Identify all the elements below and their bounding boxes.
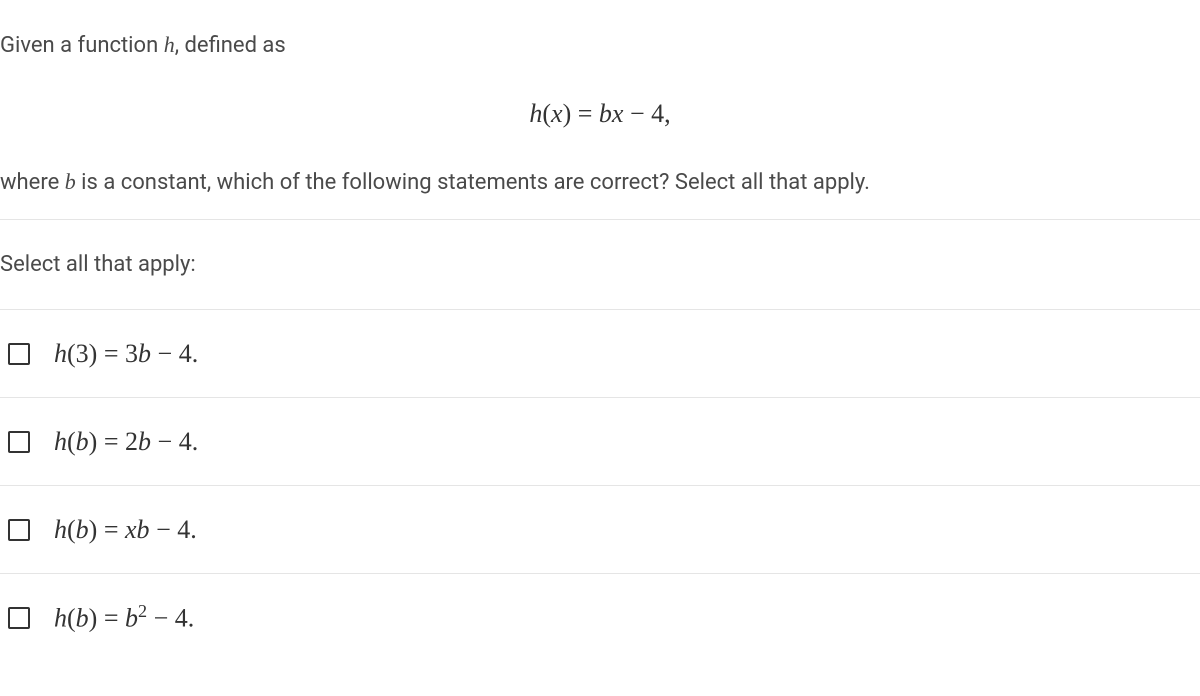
- intro-var-h: h: [164, 32, 175, 57]
- option-row[interactable]: h(b) = b2 − 4.: [0, 574, 1200, 662]
- question-section: Given a function h, defined as h(x) = bx…: [0, 0, 1200, 220]
- equation-display: h(x) = bx − 4,: [0, 94, 1200, 133]
- option-label: h(b) = b2 − 4.: [54, 598, 194, 638]
- equation-text: h(x) = bx − 4,: [529, 99, 670, 128]
- trailing-after: is a constant, which of the following st…: [76, 170, 870, 195]
- intro-text-before: Given a function: [0, 33, 164, 58]
- checkbox[interactable]: [8, 607, 30, 629]
- option-row[interactable]: h(b) = xb − 4.: [0, 486, 1200, 574]
- instruction-text: Select all that apply:: [0, 252, 196, 277]
- checkbox[interactable]: [8, 343, 30, 365]
- trailing-before: where: [0, 170, 65, 195]
- option-label: h(3) = 3b − 4.: [54, 334, 198, 373]
- option-row[interactable]: h(3) = 3b − 4.: [0, 310, 1200, 398]
- checkbox[interactable]: [8, 431, 30, 453]
- question-container: Given a function h, defined as h(x) = bx…: [0, 0, 1200, 662]
- trailing-var-b: b: [65, 169, 76, 194]
- checkbox[interactable]: [8, 519, 30, 541]
- question-intro: Given a function h, defined as: [0, 28, 1200, 62]
- option-row[interactable]: h(b) = 2b − 4.: [0, 398, 1200, 486]
- instruction-section: Select all that apply:: [0, 220, 1200, 310]
- question-trailing: where b is a constant, which of the foll…: [0, 165, 1200, 199]
- option-label: h(b) = xb − 4.: [54, 510, 197, 549]
- intro-text-after: , defined as: [175, 33, 286, 58]
- option-label: h(b) = 2b − 4.: [54, 422, 198, 461]
